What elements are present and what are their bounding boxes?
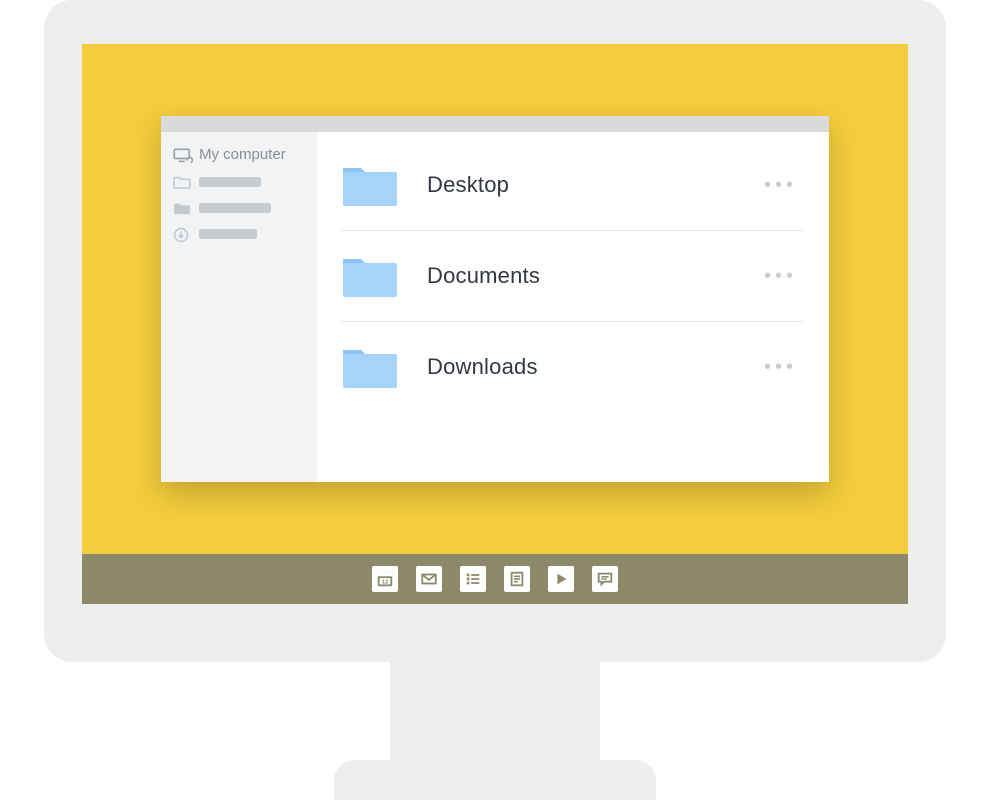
sidebar-placeholder-text <box>199 177 261 187</box>
folder-icon <box>341 253 399 299</box>
document-icon[interactable] <box>504 566 530 592</box>
window-titlebar[interactable] <box>161 116 829 132</box>
more-actions-icon[interactable]: ••• <box>764 356 799 379</box>
list-icon[interactable] <box>460 566 486 592</box>
sidebar-item-my-computer[interactable]: My computer <box>173 146 305 163</box>
sidebar-placeholder-text <box>199 203 271 213</box>
file-browser-window: My computer <box>161 116 829 482</box>
sidebar: My computer <box>161 132 317 482</box>
sidebar-item-placeholder-2[interactable] <box>173 201 305 215</box>
mail-icon[interactable] <box>416 566 442 592</box>
sidebar-item-placeholder-3[interactable] <box>173 227 305 241</box>
folder-row-downloads[interactable]: Downloads ••• <box>341 322 803 412</box>
folder-label: Downloads <box>427 354 736 380</box>
monitor-stand-neck <box>390 640 600 780</box>
sidebar-placeholder-text <box>199 229 257 239</box>
monitor-stand-base <box>334 760 656 800</box>
more-actions-icon[interactable]: ••• <box>764 265 799 288</box>
taskbar: 12 <box>82 554 908 604</box>
sidebar-item-label: My computer <box>199 146 286 163</box>
folder-label: Documents <box>427 263 736 289</box>
monitor-sync-icon <box>173 148 191 162</box>
download-circle-icon <box>173 227 191 241</box>
folder-icon <box>341 344 399 390</box>
folder-solid-icon <box>173 201 191 215</box>
sidebar-item-placeholder-1[interactable] <box>173 175 305 189</box>
folder-icon <box>341 162 399 208</box>
play-icon[interactable] <box>548 566 574 592</box>
folder-outline-icon <box>173 175 191 189</box>
folder-label: Desktop <box>427 172 736 198</box>
folder-row-documents[interactable]: Documents ••• <box>341 231 803 322</box>
calendar-icon[interactable]: 12 <box>372 566 398 592</box>
folder-list: Desktop ••• Documents ••• <box>317 132 829 482</box>
more-actions-icon[interactable]: ••• <box>764 174 799 197</box>
folder-row-desktop[interactable]: Desktop ••• <box>341 140 803 231</box>
chat-icon[interactable] <box>592 566 618 592</box>
svg-text:12: 12 <box>382 580 389 586</box>
